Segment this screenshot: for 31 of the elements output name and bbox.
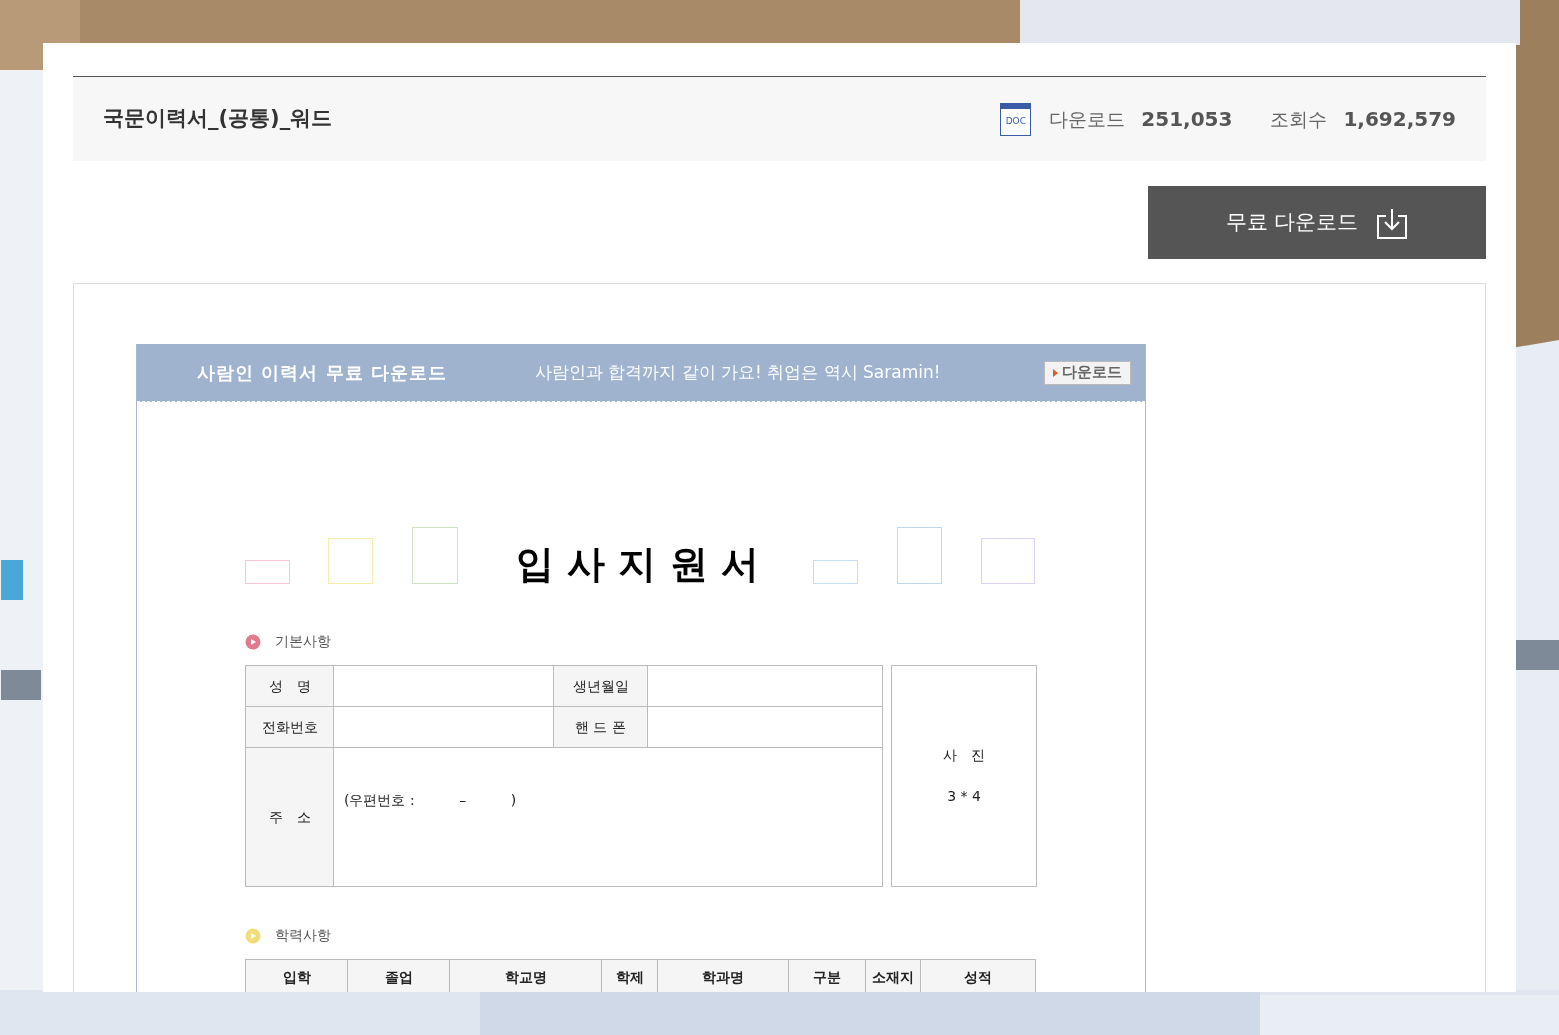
column-header: 구분 xyxy=(788,959,866,992)
views-count: 1,692,579 xyxy=(1343,106,1456,133)
label-cell: 생년월일 xyxy=(553,665,648,707)
download-count: 251,053 xyxy=(1141,106,1233,133)
banner-title: 사람인 이력서 무료 다운로드 xyxy=(197,361,447,385)
download-icon xyxy=(1376,206,1409,239)
photo-label: 3 * 4 xyxy=(947,787,981,806)
form-title: 입 사 지 원 서 xyxy=(516,545,759,583)
free-download-button[interactable]: 무료 다운로드 xyxy=(1148,186,1486,259)
column-header: 입학 xyxy=(245,959,348,992)
label-cell: 주 소 xyxy=(245,747,334,887)
download-label: 다운로드 xyxy=(1049,106,1126,132)
label-cell: 핸 드 폰 xyxy=(553,706,648,748)
address-cell: (우편번호 : – ) xyxy=(333,747,883,887)
label-cell: 성 명 xyxy=(245,665,334,707)
column-header: 성적 xyxy=(920,959,1036,992)
section-title: 기본사항 xyxy=(275,632,331,651)
banner-download-button[interactable]: 다운로드 xyxy=(1044,360,1131,385)
document-title: 국문이력서_(공통)_워드 xyxy=(103,105,333,133)
banner-slogan: 사람인과 합격까지 같이 가요! 취업은 역시 Saramin! xyxy=(534,360,941,384)
photo-label: 사 진 xyxy=(943,746,985,765)
column-header: 졸업 xyxy=(347,959,450,992)
section-title: 학력사항 xyxy=(275,926,331,945)
column-header: 학교명 xyxy=(449,959,602,992)
column-header: 학제 xyxy=(601,959,658,992)
column-header: 소재지 xyxy=(865,959,921,992)
column-header: 학과명 xyxy=(657,959,789,992)
views-label: 조회수 xyxy=(1270,106,1328,132)
file-type-badge: DOC xyxy=(1000,102,1032,136)
triangle-icon xyxy=(1053,368,1058,377)
label-cell: 전화번호 xyxy=(245,706,334,748)
